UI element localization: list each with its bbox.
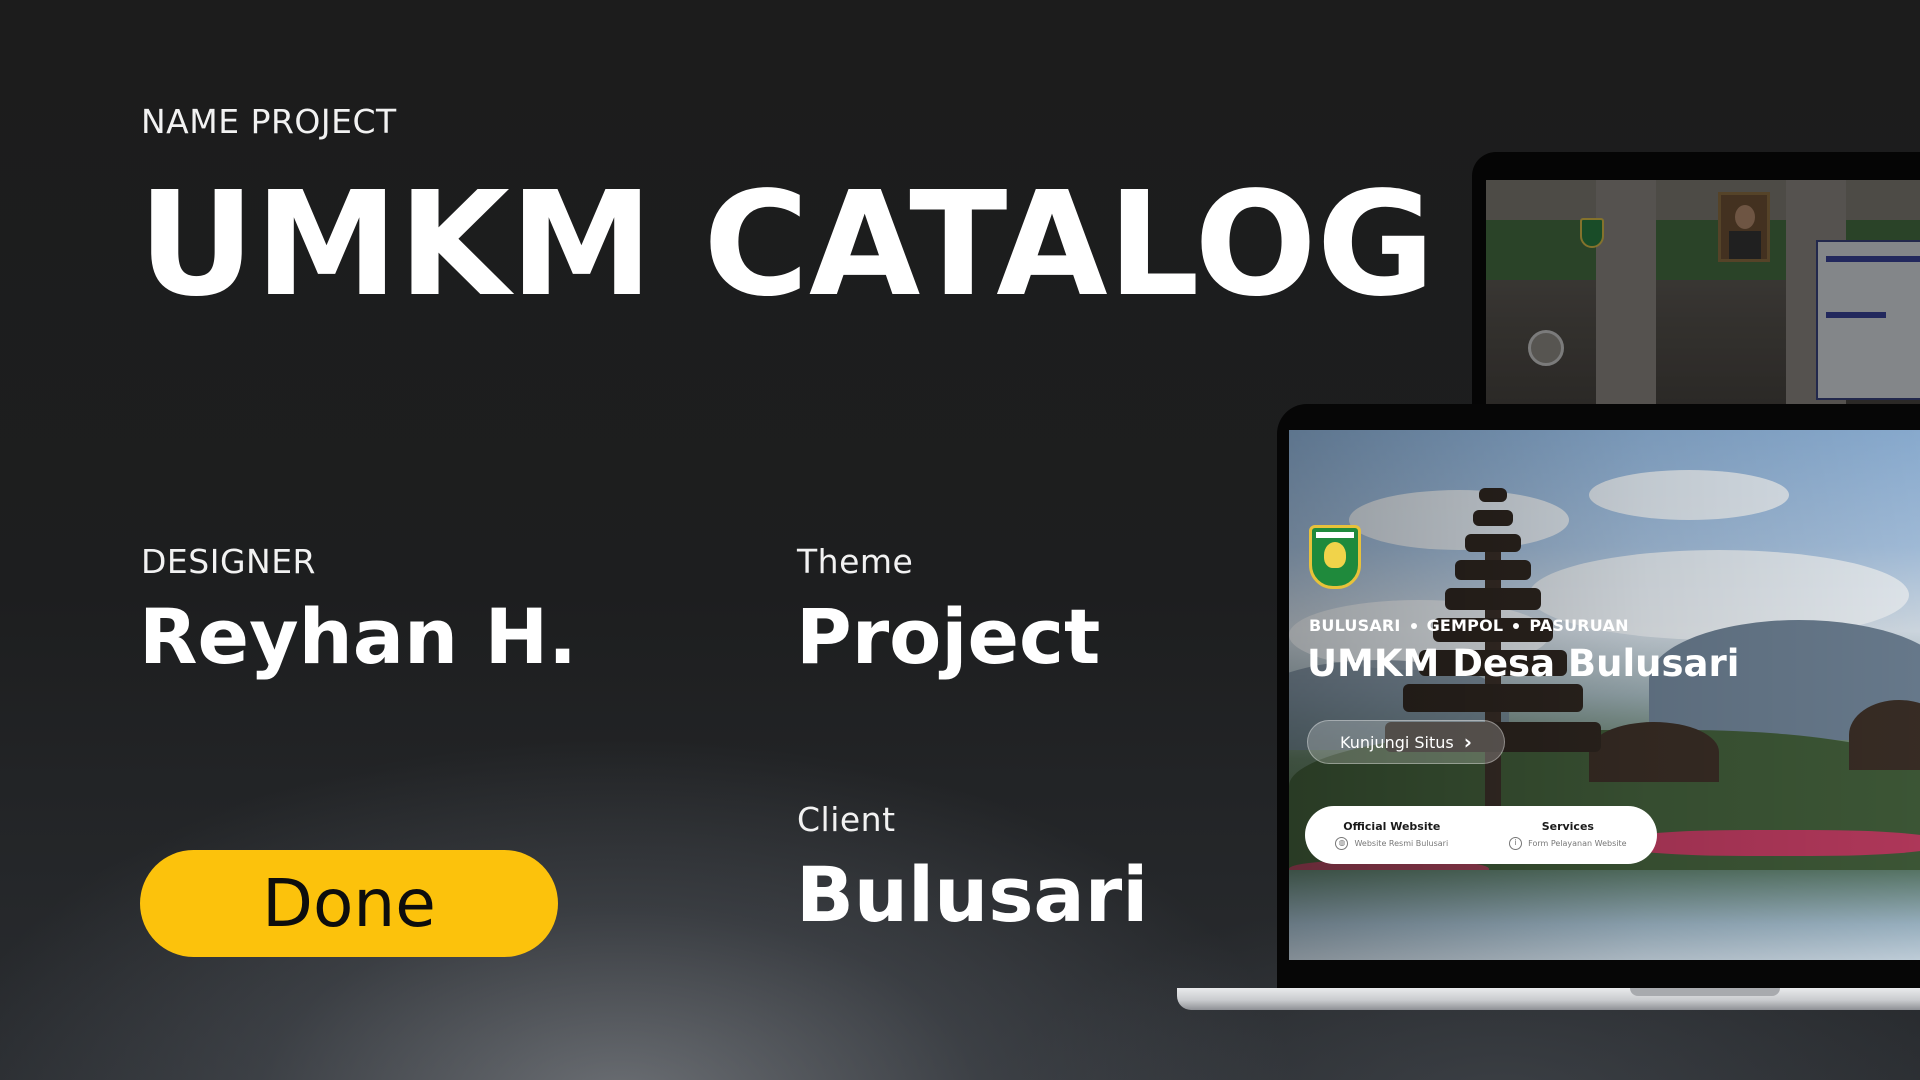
services-title: Services xyxy=(1541,820,1594,833)
laptop-screen: BULUSARI GEMPOL PASURUAN UMKM Desa Bulus… xyxy=(1289,430,1920,960)
breadcrumb-item: BULUSARI xyxy=(1309,616,1401,635)
services-link[interactable]: Services i Form Pelayanan Website xyxy=(1509,820,1627,850)
done-status-button[interactable]: Done xyxy=(140,850,558,957)
theme-label: Theme xyxy=(797,542,914,581)
info-icon: i xyxy=(1509,837,1523,850)
regency-crest-icon xyxy=(1309,525,1361,589)
chevron-right-icon: › xyxy=(1463,730,1472,754)
official-website-subtitle: Website Resmi Bulusari xyxy=(1354,839,1449,848)
designer-name: Reyhan H. xyxy=(139,592,578,681)
visit-site-button[interactable]: Kunjungi Situs › xyxy=(1307,720,1505,764)
project-title: UMKM CATALOG xyxy=(138,160,1435,328)
services-subtitle: Form Pelayanan Website xyxy=(1528,839,1627,848)
back-laptop-mockup xyxy=(1472,152,1920,412)
client-name: Bulusari xyxy=(796,850,1149,939)
globe-icon: ◍ xyxy=(1335,837,1349,850)
bullet-icon xyxy=(1513,622,1520,629)
site-title: UMKM Desa Bulusari xyxy=(1307,642,1740,685)
designer-label: DESIGNER xyxy=(141,542,316,581)
bullet-icon xyxy=(1410,622,1417,629)
theme-value: Project xyxy=(796,592,1101,681)
breadcrumb-item: PASURUAN xyxy=(1529,616,1629,635)
visit-site-label: Kunjungi Situs xyxy=(1340,732,1454,752)
laptop-mockup: BULUSARI GEMPOL PASURUAN UMKM Desa Bulus… xyxy=(1277,404,1920,988)
official-website-link[interactable]: Official Website ◍ Website Resmi Bulusar… xyxy=(1335,820,1448,850)
client-label: Client xyxy=(797,800,896,839)
info-card: Official Website ◍ Website Resmi Bulusar… xyxy=(1305,806,1657,864)
location-breadcrumb: BULUSARI GEMPOL PASURUAN xyxy=(1309,616,1629,635)
laptop-notch xyxy=(1630,988,1780,996)
back-laptop-screen xyxy=(1486,180,1920,412)
official-website-title: Official Website xyxy=(1343,820,1441,833)
laptop-base xyxy=(1177,988,1920,1010)
name-project-label: NAME PROJECT xyxy=(141,102,397,141)
breadcrumb-item: GEMPOL xyxy=(1426,616,1504,635)
